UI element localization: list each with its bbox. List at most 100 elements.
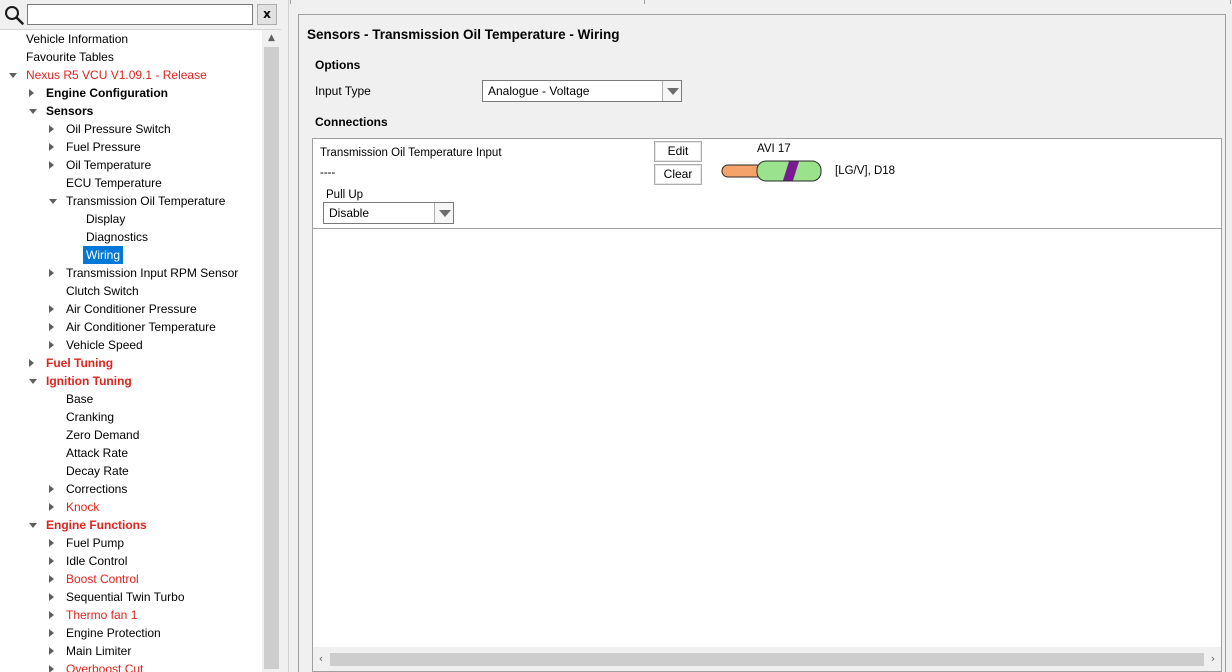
tree-item[interactable]: Transmission Input RPM Sensor xyxy=(0,264,262,282)
tree-item[interactable]: Engine Protection xyxy=(0,624,262,642)
tree-item[interactable]: Nexus R5 VCU V1.09.1 - Release xyxy=(0,66,262,84)
tree-item[interactable]: Sensors xyxy=(0,102,262,120)
chevron-right-icon[interactable] xyxy=(29,89,34,97)
tree-item-label: Engine Functions xyxy=(46,518,147,532)
tree-item[interactable]: Oil Pressure Switch xyxy=(0,120,262,138)
tree-item[interactable]: ECU Temperature xyxy=(0,174,262,192)
tree-item[interactable]: Transmission Oil Temperature xyxy=(0,192,262,210)
chevron-right-icon[interactable] xyxy=(49,305,54,313)
chevron-right-icon[interactable] xyxy=(49,143,54,151)
panel-splitter[interactable] xyxy=(282,0,289,672)
pull-up-select[interactable]: Disable xyxy=(323,202,454,224)
tree-item[interactable]: Knock xyxy=(0,498,262,516)
tree-item-label: Decay Rate xyxy=(66,464,129,478)
scroll-left-arrow-icon[interactable]: ‹ xyxy=(315,651,327,667)
tree-item-label: Sensors xyxy=(46,104,94,118)
chevron-right-icon[interactable] xyxy=(49,647,54,655)
wire-icon xyxy=(721,160,822,182)
tree-item[interactable]: Diagnostics xyxy=(0,228,262,246)
input-type-label: Input Type xyxy=(315,84,371,98)
tree-item-label: Knock xyxy=(66,500,100,514)
chevron-right-icon[interactable] xyxy=(49,665,54,672)
chevron-right-icon[interactable] xyxy=(49,575,54,583)
tree-item[interactable]: Corrections xyxy=(0,480,262,498)
chevron-down-icon[interactable] xyxy=(29,379,37,384)
tree-vertical-scrollbar[interactable]: ▲ xyxy=(262,30,281,672)
horizontal-scroll-thumb[interactable] xyxy=(330,653,1204,666)
tree-item[interactable]: Wiring xyxy=(0,246,262,264)
tree-item-label: Fuel Pump xyxy=(66,536,125,550)
chevron-right-icon[interactable] xyxy=(49,161,54,169)
tree-item[interactable]: Sequential Twin Turbo xyxy=(0,588,262,606)
chevron-down-icon[interactable] xyxy=(434,203,453,223)
tree-item[interactable]: Overboost Cut xyxy=(0,660,262,672)
tree-item-label: Vehicle Speed xyxy=(66,338,143,352)
tree-item[interactable]: Vehicle Information xyxy=(0,30,262,48)
tree-item[interactable]: Thermo fan 1 xyxy=(0,606,262,624)
tree-item[interactable]: Idle Control xyxy=(0,552,262,570)
chevron-right-icon[interactable] xyxy=(49,557,54,565)
tree-item[interactable]: Main Limiter xyxy=(0,642,262,660)
input-type-select[interactable]: Analogue - Voltage xyxy=(482,80,682,102)
scroll-up-arrow-icon[interactable]: ▲ xyxy=(262,30,281,47)
horizontal-scrollbar[interactable]: ‹ › xyxy=(313,647,1221,671)
close-icon[interactable]: x xyxy=(257,4,277,25)
tree-item-label: Display xyxy=(86,212,126,226)
chevron-down-icon[interactable] xyxy=(29,523,37,528)
tree-item[interactable]: Oil Temperature xyxy=(0,156,262,174)
input-type-value: Analogue - Voltage xyxy=(488,84,590,98)
connection-row: Transmission Oil Temperature Input ---- … xyxy=(313,139,1221,229)
connection-input-name: Transmission Oil Temperature Input xyxy=(320,147,502,159)
tree-item[interactable]: Fuel Pressure xyxy=(0,138,262,156)
tree-item[interactable]: Clutch Switch xyxy=(0,282,262,300)
tree-item-label: Overboost Cut xyxy=(66,662,144,672)
chevron-down-icon[interactable] xyxy=(29,109,37,114)
tree-item[interactable]: Cranking xyxy=(0,408,262,426)
content-area: Sensors - Transmission Oil Temperature -… xyxy=(290,0,1232,672)
tree-item[interactable]: Air Conditioner Pressure xyxy=(0,300,262,318)
chevron-right-icon[interactable] xyxy=(49,539,54,547)
chevron-right-icon[interactable] xyxy=(49,269,54,277)
tree-item[interactable]: Decay Rate xyxy=(0,462,262,480)
tree-item[interactable]: Base xyxy=(0,390,262,408)
navigation-panel: x Vehicle Information Favourite Tables Nex… xyxy=(0,0,281,672)
tree-item[interactable]: Vehicle Speed xyxy=(0,336,262,354)
tree-scroll-thumb[interactable] xyxy=(264,47,279,669)
tree-item[interactable]: Display xyxy=(0,210,262,228)
clear-button[interactable]: Clear xyxy=(654,164,702,185)
tree-item-label: Favourite Tables xyxy=(26,50,114,64)
chevron-down-icon[interactable] xyxy=(662,81,681,101)
chevron-right-icon[interactable] xyxy=(49,593,54,601)
chevron-right-icon[interactable] xyxy=(49,611,54,619)
tree-item[interactable]: Zero Demand xyxy=(0,426,262,444)
tree-item-label: Wiring xyxy=(83,246,124,264)
chevron-right-icon[interactable] xyxy=(49,125,54,133)
chevron-right-icon[interactable] xyxy=(49,503,54,511)
tree-item[interactable]: Attack Rate xyxy=(0,444,262,462)
connections-heading: Connections xyxy=(315,115,388,129)
chevron-down-icon[interactable] xyxy=(9,73,17,78)
chevron-right-icon[interactable] xyxy=(49,323,54,331)
tree-item[interactable]: Air Conditioner Temperature xyxy=(0,318,262,336)
chevron-right-icon[interactable] xyxy=(29,359,34,367)
tree-item[interactable]: Ignition Tuning xyxy=(0,372,262,390)
chevron-right-icon[interactable] xyxy=(49,629,54,637)
chevron-right-icon[interactable] xyxy=(49,485,54,493)
tree-item[interactable]: Fuel Tuning xyxy=(0,354,262,372)
chevron-right-icon[interactable] xyxy=(49,341,54,349)
tree-item-label: Fuel Tuning xyxy=(46,356,114,370)
tree-item-label: Ignition Tuning xyxy=(46,374,132,388)
tree-item[interactable]: Engine Functions xyxy=(0,516,262,534)
search-input[interactable] xyxy=(27,4,253,25)
tree-item[interactable]: Favourite Tables xyxy=(0,48,262,66)
tree-item[interactable]: Boost Control xyxy=(0,570,262,588)
scroll-right-arrow-icon[interactable]: › xyxy=(1207,651,1219,667)
tree-item-label: Zero Demand xyxy=(66,428,140,442)
tree-item-label: Diagnostics xyxy=(86,230,149,244)
tree-item[interactable]: Engine Configuration xyxy=(0,84,262,102)
wire-description: [LG/V], D18 xyxy=(835,165,896,177)
tree-item[interactable]: Fuel Pump xyxy=(0,534,262,552)
edit-button[interactable]: Edit xyxy=(654,141,702,162)
chevron-down-icon[interactable] xyxy=(49,199,57,204)
tree-item-label: ECU Temperature xyxy=(66,176,162,190)
